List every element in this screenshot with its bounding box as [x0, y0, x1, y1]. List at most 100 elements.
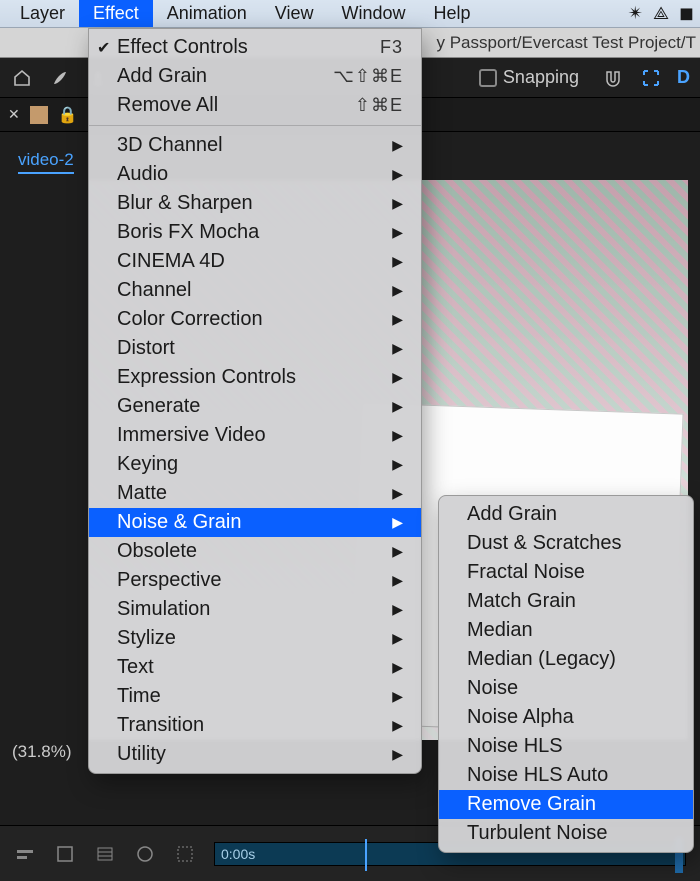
- menu-item-label: Fractal Noise: [467, 561, 585, 584]
- menu-text[interactable]: Text▶: [89, 653, 421, 682]
- submenu-arrow-icon: ▶: [352, 630, 403, 647]
- submenu-median-legacy[interactable]: Median (Legacy): [439, 645, 693, 674]
- submenu-arrow-icon: ▶: [352, 572, 403, 589]
- menu-window[interactable]: Window: [327, 0, 419, 27]
- submenu-arrow-icon: ▶: [352, 311, 403, 328]
- focus-icon[interactable]: [639, 66, 663, 90]
- menu-separator: [89, 125, 421, 126]
- submenu-add-grain[interactable]: Add Grain: [439, 500, 693, 529]
- menubar-status-icons: ✴ ⟁ ◼: [628, 3, 700, 24]
- menu-audio[interactable]: Audio ▶: [89, 160, 421, 189]
- submenu-match-grain[interactable]: Match Grain: [439, 587, 693, 616]
- submenu-dust-scratches[interactable]: Dust & Scratches: [439, 529, 693, 558]
- menu-stylize[interactable]: Stylize ▶: [89, 624, 421, 653]
- menu-item-label: Obsolete: [117, 540, 197, 563]
- menu-item-label: Blur & Sharpen: [117, 192, 253, 215]
- shortcut-label: ⌥⇧⌘E: [333, 66, 403, 87]
- menu-item-label: Stylize: [117, 627, 176, 650]
- lock-icon[interactable]: 🔒: [58, 105, 78, 125]
- menu-item-label: Text: [117, 656, 154, 679]
- menu-layer[interactable]: Layer: [6, 0, 79, 27]
- submenu-arrow-icon: ▶: [352, 717, 403, 734]
- brush-icon[interactable]: [48, 66, 72, 90]
- submenu-arrow-icon: ▶: [352, 456, 403, 473]
- menu-item-label: Remove All: [117, 94, 218, 117]
- antivirus-icon[interactable]: ✴: [628, 3, 643, 24]
- menu-item-label: Noise & Grain: [117, 511, 242, 534]
- menu-item-label: Perspective: [117, 569, 222, 592]
- menu-effect-controls[interactable]: ✔ Effect Controls F3: [89, 33, 421, 62]
- menu-perspective[interactable]: Perspective ▶: [89, 566, 421, 595]
- menu-item-label: Add Grain: [467, 503, 557, 526]
- menu-item-label: CINEMA 4D: [117, 250, 225, 273]
- submenu-noise[interactable]: Noise: [439, 674, 693, 703]
- menu-remove-all[interactable]: Remove All ⇧⌘E: [89, 91, 421, 120]
- menu-noise-grain[interactable]: Noise & Grain▶: [89, 508, 421, 537]
- cloud-warning-icon[interactable]: ⟁: [653, 3, 669, 24]
- menu-transition[interactable]: Transition▶: [89, 711, 421, 740]
- menu-item-label: Noise: [467, 677, 518, 700]
- menu-immersive-video[interactable]: Immersive Video▶: [89, 421, 421, 450]
- submenu-fractal-noise[interactable]: Fractal Noise: [439, 558, 693, 587]
- menu-add-grain[interactable]: Add Grain ⌥⇧⌘E: [89, 62, 421, 91]
- playhead[interactable]: [365, 839, 367, 871]
- submenu-arrow-icon: ▶: [352, 137, 403, 154]
- menu-item-label: Audio: [117, 163, 168, 186]
- close-panel-icon[interactable]: ✕: [8, 106, 20, 123]
- menubar: Layer Effect Animation View Window Help …: [0, 0, 700, 28]
- menu-item-label: Simulation: [117, 598, 210, 621]
- menu-time[interactable]: Time▶: [89, 682, 421, 711]
- submenu-noise-hls[interactable]: Noise HLS: [439, 732, 693, 761]
- menu-obsolete[interactable]: Obsolete▶: [89, 537, 421, 566]
- marquee-icon[interactable]: [174, 843, 196, 865]
- submenu-noise-hls-auto[interactable]: Noise HLS Auto: [439, 761, 693, 790]
- snapping-checkbox[interactable]: [479, 69, 497, 87]
- project-tab[interactable]: video-2: [18, 150, 74, 174]
- menu-animation[interactable]: Animation: [153, 0, 261, 27]
- menu-simulation[interactable]: Simulation▶: [89, 595, 421, 624]
- menu-item-label: Remove Grain: [467, 793, 596, 816]
- submenu-turbulent-noise[interactable]: Turbulent Noise: [439, 819, 693, 848]
- menu-item-label: 3D Channel: [117, 134, 223, 157]
- menu-cinema-4d[interactable]: CINEMA 4D▶: [89, 247, 421, 276]
- home-icon[interactable]: [10, 66, 34, 90]
- submenu-median[interactable]: Median: [439, 616, 693, 645]
- timeline-icon-1[interactable]: [14, 843, 36, 865]
- menu-3d-channel[interactable]: 3D Channel ▶: [89, 131, 421, 160]
- submenu-arrow-icon: ▶: [352, 166, 403, 183]
- effect-menu: ✔ Effect Controls F3 Add Grain ⌥⇧⌘E Remo…: [88, 28, 422, 774]
- timeline-icon-2[interactable]: [54, 843, 76, 865]
- zoom-readout[interactable]: (31.8%): [12, 742, 72, 762]
- menu-expression-controls[interactable]: Expression Controls▶: [89, 363, 421, 392]
- bookmark-icon[interactable]: ◼: [679, 3, 694, 24]
- snapping-toggle[interactable]: Snapping: [479, 67, 579, 88]
- snapping-label: Snapping: [503, 67, 579, 88]
- menu-generate[interactable]: Generate▶: [89, 392, 421, 421]
- menu-effect[interactable]: Effect: [79, 0, 153, 27]
- menu-color-correction[interactable]: Color Correction▶: [89, 305, 421, 334]
- menu-distort[interactable]: Distort▶: [89, 334, 421, 363]
- filmstrip-icon[interactable]: [94, 843, 116, 865]
- submenu-remove-grain[interactable]: Remove Grain: [439, 790, 693, 819]
- menu-item-label: Median: [467, 619, 533, 642]
- menu-help[interactable]: Help: [420, 0, 485, 27]
- submenu-arrow-icon: ▶: [352, 282, 403, 299]
- magnet-icon[interactable]: [601, 66, 625, 90]
- menu-boris-fx[interactable]: Boris FX Mocha▶: [89, 218, 421, 247]
- color-swatch[interactable]: [30, 106, 48, 124]
- submenu-arrow-icon: ▶: [352, 340, 403, 357]
- menu-utility[interactable]: Utility▶: [89, 740, 421, 769]
- menu-matte[interactable]: Matte▶: [89, 479, 421, 508]
- circle-icon[interactable]: [134, 843, 156, 865]
- menu-item-label: Boris FX Mocha: [117, 221, 259, 244]
- submenu-arrow-icon: ▶: [352, 427, 403, 444]
- menu-blur-sharpen[interactable]: Blur & Sharpen▶: [89, 189, 421, 218]
- menu-view[interactable]: View: [261, 0, 328, 27]
- submenu-noise-alpha[interactable]: Noise Alpha: [439, 703, 693, 732]
- menu-item-label: Noise HLS Auto: [467, 764, 608, 787]
- menu-item-label: Keying: [117, 453, 178, 476]
- menu-channel[interactable]: Channel▶: [89, 276, 421, 305]
- submenu-arrow-icon: ▶: [352, 688, 403, 705]
- menu-keying[interactable]: Keying ▶: [89, 450, 421, 479]
- default-button[interactable]: D: [677, 67, 690, 88]
